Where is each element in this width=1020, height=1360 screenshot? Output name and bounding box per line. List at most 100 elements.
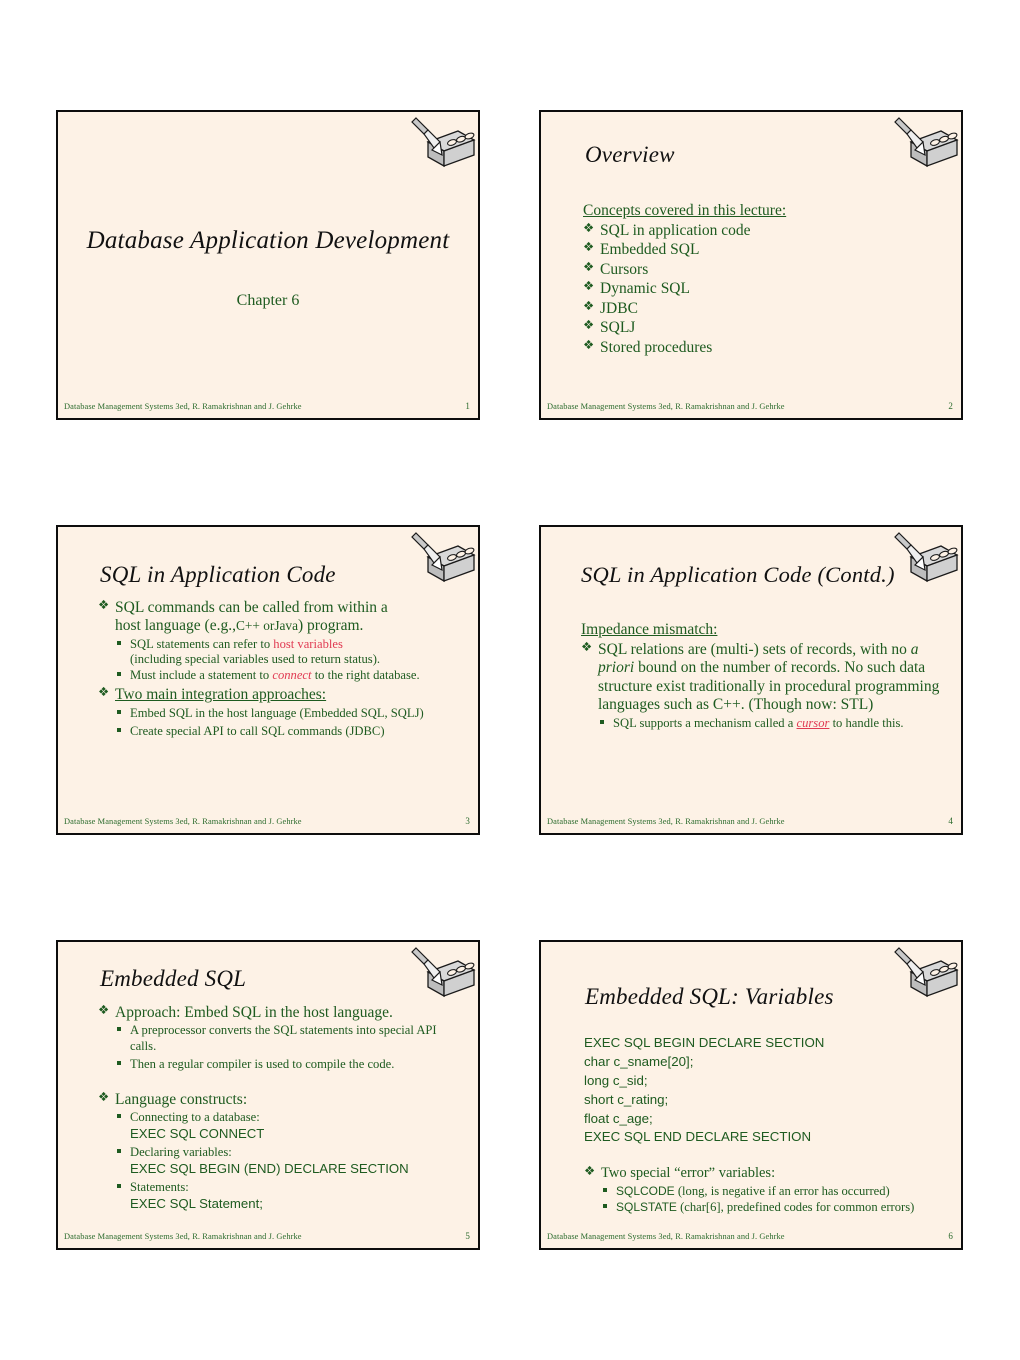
- sub-item-label: Declaring variables:: [130, 1144, 232, 1159]
- list-item-label: Approach: Embed SQL in the host language…: [115, 1004, 393, 1021]
- sub-item-label: SQL supports a mechanism called a: [613, 715, 794, 730]
- page-title: Database Application Development: [86, 227, 450, 254]
- sub-item-label-cont: to the right database.: [314, 668, 420, 683]
- page-title: SQL in Application Code (Contd.): [581, 562, 895, 587]
- sub-item-label: A preprocessor converts the SQL statemen…: [130, 1023, 437, 1053]
- pencil-eraser-block-icon: [411, 532, 476, 583]
- list-item: ❖ JDBC: [583, 297, 947, 318]
- list-item: ❖ SQL in application code: [583, 220, 947, 240]
- slide-footer: Database Management Systems 3ed, R. Rama…: [547, 1228, 955, 1244]
- square-bullet-icon: [117, 1114, 121, 1119]
- code-line: long c_sid;: [584, 1072, 648, 1088]
- square-bullet-icon: [600, 719, 604, 724]
- slide-footer: Database Management Systems 3ed, R. Rama…: [64, 1228, 472, 1244]
- bullet-list: ❖ Two special “error” variables: SQLCODE…: [584, 1163, 947, 1215]
- square-bullet-icon: [117, 1183, 121, 1188]
- sub-item-label: Must include a statement to: [130, 668, 270, 683]
- bullet-list: ❖ SQL commands can be called from within…: [98, 597, 464, 739]
- slide-2: Overview Concepts covered in this lectur…: [539, 110, 963, 420]
- highlight-cursor: cursor: [796, 715, 830, 730]
- slide-6: Embedded SQL: Variables EXEC SQL BEGIN D…: [539, 940, 963, 1250]
- bullet-list: ❖ SQL in application code ❖ Embedded SQL ❖…: [583, 220, 947, 357]
- list-item: SQLCODE (long, is negative if an error h…: [601, 1184, 947, 1199]
- square-bullet-icon: [117, 1060, 121, 1065]
- footer-credit: Database Management Systems 3ed, R. Rama…: [547, 1231, 785, 1241]
- page-title: Embedded SQL: [100, 966, 247, 991]
- list-item: Declaring variables: EXEC SQL BEGIN (END…: [115, 1145, 464, 1178]
- square-bullet-icon: [603, 1187, 607, 1192]
- diamond-bullet-icon: ❖: [583, 278, 595, 294]
- sub-item-label: (char[6], predefined codes for common er…: [680, 1199, 915, 1214]
- highlight-host-variables: host variables: [273, 636, 343, 651]
- list-item: ❖ Dynamic SQL: [583, 278, 947, 298]
- list-item: Connecting to a database: EXEC SQL CONNE…: [115, 1110, 464, 1143]
- list-item-label: JDBC: [600, 299, 638, 317]
- slide-footer: Database Management Systems 3ed, R. Rama…: [547, 813, 955, 829]
- slide-body: Impedance mismatch: ❖ SQL relations are …: [581, 621, 947, 732]
- slide-number: 1: [465, 401, 470, 411]
- list-item: ❖ Approach: Embed SQL in the host langua…: [98, 1002, 464, 1072]
- sub-item-label: Connecting to a database:: [130, 1110, 260, 1125]
- sub-bullet-list: SQLCODE (long, is negative if an error h…: [601, 1184, 947, 1215]
- highlight-connect: connect: [272, 668, 312, 683]
- diamond-bullet-icon: ❖: [98, 597, 110, 612]
- sub-item-label: (long, is negative if an error has occur…: [677, 1183, 890, 1198]
- pencil-eraser-block-icon: [894, 947, 959, 998]
- footer-credit: Database Management Systems 3ed, R. Rama…: [547, 816, 785, 826]
- code-line: float c_age;: [584, 1110, 653, 1126]
- footer-credit: Database Management Systems 3ed, R. Rama…: [547, 401, 785, 411]
- sub-bullet-list: SQL statements can refer to host variabl…: [115, 637, 464, 683]
- list-item-label: Cursors: [600, 260, 649, 278]
- host-lang-cpp: C++ or: [235, 618, 275, 634]
- host-lang-java: Java: [274, 618, 298, 634]
- list-item: Create special API to call SQL commands …: [115, 724, 464, 739]
- diamond-bullet-icon: ❖: [583, 336, 595, 352]
- sub-item-label: Embed SQL in the host language (Embedded…: [130, 705, 424, 720]
- code-snippet: EXEC SQL Statement;: [130, 1195, 263, 1211]
- diamond-bullet-icon: ❖: [98, 1088, 110, 1104]
- square-bullet-icon: [117, 1027, 121, 1032]
- sub-bullet-list: SQL supports a mechanism called a cursor…: [598, 716, 947, 731]
- list-item: ❖ Two main integration approaches: Embed…: [98, 684, 464, 739]
- square-bullet-icon: [117, 640, 121, 645]
- list-item: Then a regular compiler is used to compi…: [115, 1057, 464, 1072]
- slide-subtitle: Chapter 6: [236, 292, 300, 309]
- list-item: ❖ SQL relations are (multi-) sets of rec…: [581, 639, 947, 731]
- list-item-label: SQL in application code: [600, 222, 751, 239]
- slide-body: ❖ SQL commands can be called from within…: [98, 597, 464, 740]
- list-item-label: Language constructs:: [115, 1090, 248, 1108]
- diamond-bullet-icon: ❖: [583, 258, 595, 274]
- code-snippet: EXEC SQL BEGIN (END) DECLARE SECTION: [130, 1160, 409, 1176]
- diamond-bullet-icon: ❖: [584, 1163, 596, 1179]
- sub-item-label: Then a regular compiler is used to compi…: [130, 1056, 395, 1071]
- list-item-label-cont: bound on the number of records. No such …: [598, 659, 940, 714]
- lecture-slide-handout-page: Database Application Development Chapter…: [0, 0, 1020, 1360]
- list-item: Embed SQL in the host language (Embedded…: [115, 706, 464, 721]
- code-block: EXEC SQL BEGIN DECLARE SECTION char c_sn…: [584, 1034, 947, 1147]
- square-bullet-icon: [117, 672, 121, 677]
- code-line: EXEC SQL END DECLARE SECTION: [584, 1129, 812, 1145]
- diamond-bullet-icon: ❖: [583, 297, 595, 313]
- slide-footer: Database Management Systems 3ed, R. Rama…: [64, 813, 472, 829]
- sub-bullet-list: Embed SQL in the host language (Embedded…: [115, 706, 464, 739]
- diamond-bullet-icon: ❖: [583, 239, 595, 255]
- pencil-eraser-block-icon: [894, 532, 959, 583]
- sub-bullet-list: Connecting to a database: EXEC SQL CONNE…: [115, 1110, 464, 1212]
- page-title: SQL in Application Code: [100, 562, 336, 587]
- slide-number: 5: [465, 1231, 470, 1241]
- bullet-list: ❖ Approach: Embed SQL in the host langua…: [98, 1002, 464, 1212]
- slide-number: 2: [948, 401, 953, 411]
- slide-number: 6: [948, 1231, 953, 1241]
- sub-item-label-cont: to handle this.: [832, 715, 904, 730]
- section-lead: Impedance mismatch:: [581, 621, 718, 638]
- list-item: Statements: EXEC SQL Statement;: [115, 1180, 464, 1213]
- sub-item-label: SQL statements can refer to: [130, 636, 271, 651]
- list-item-label-cont: host language (e.g.,: [115, 617, 236, 635]
- list-item: ❖ Two special “error” variables: SQLCODE…: [584, 1163, 947, 1215]
- slide-5: Embedded SQL ❖ Approach: Embed SQL in th…: [56, 940, 480, 1250]
- slide-number: 3: [465, 816, 470, 826]
- list-item-label: SQL relations are (multi-) sets of recor…: [598, 641, 907, 658]
- list-item: A preprocessor converts the SQL statemen…: [115, 1023, 464, 1053]
- list-item-label-end: ) program.: [298, 617, 364, 635]
- slide-body: ❖ Approach: Embed SQL in the host langua…: [98, 1002, 464, 1213]
